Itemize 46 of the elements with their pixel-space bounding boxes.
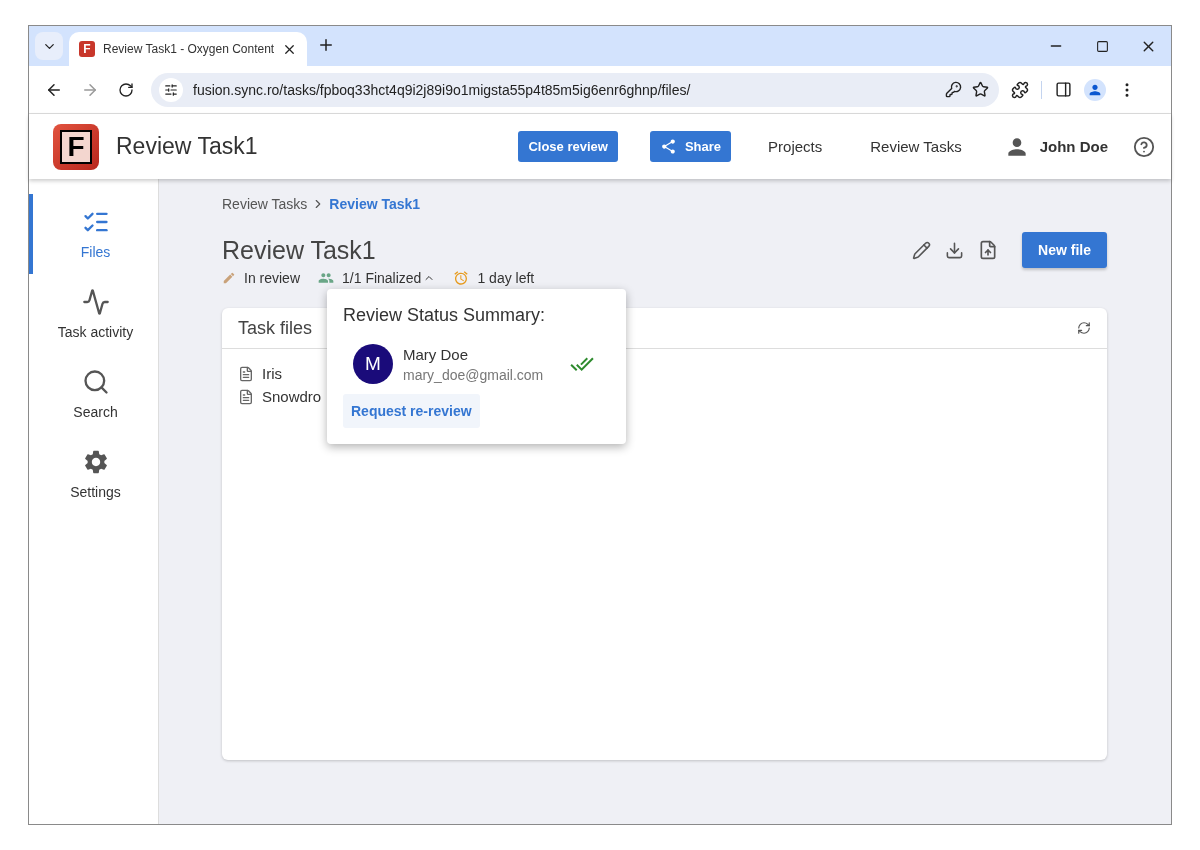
people-icon xyxy=(318,270,335,286)
site-settings-icon[interactable] xyxy=(159,77,183,102)
pencil-icon xyxy=(222,271,236,285)
search-icon xyxy=(81,368,110,396)
file-link[interactable]: Snowdro xyxy=(238,388,322,405)
reviewers-toggle[interactable]: 1/1 Finalized xyxy=(342,270,422,286)
key-icon[interactable] xyxy=(945,81,962,98)
document-icon xyxy=(238,365,254,382)
share-button[interactable]: Share xyxy=(649,131,732,162)
page-title: Review Task1 xyxy=(222,235,376,265)
nav-link[interactable]: Review Tasks xyxy=(870,138,962,155)
profile-icon[interactable] xyxy=(1084,78,1106,101)
new-file-button[interactable]: New file xyxy=(1022,232,1107,268)
download-icon[interactable] xyxy=(945,240,965,260)
app-title: Review Task1 xyxy=(116,133,258,160)
user-name[interactable]: John Doe xyxy=(1039,138,1108,155)
document-icon xyxy=(238,388,254,405)
browser-tab[interactable]: F Review Task1 - Oxygen Content xyxy=(69,32,308,66)
app-logo: F xyxy=(53,123,99,170)
status-text: 1 day left xyxy=(477,270,535,286)
refresh-icon[interactable] xyxy=(1077,321,1091,335)
file-link[interactable]: Iris xyxy=(238,365,282,382)
edit-icon[interactable] xyxy=(912,240,932,260)
reviewer-name: Mary Doe xyxy=(403,345,470,363)
sidebar-item[interactable]: Search xyxy=(29,354,158,434)
request-re-review-button[interactable]: Request re-review xyxy=(343,394,480,428)
breadcrumb-link[interactable]: Review Tasks xyxy=(222,196,308,212)
reviewer-email: mary_doe@gmail.com xyxy=(403,366,545,383)
status-text: In review xyxy=(244,270,301,286)
address-bar[interactable]: fusion.sync.ro/tasks/fpboq33hct4q9i2j89i9o1migsta55p4t85m5ig6enr6ghnp/files/ xyxy=(151,72,999,107)
card-title: Task files xyxy=(238,317,313,339)
sidebar-item[interactable]: Settings xyxy=(29,434,158,514)
activity-icon xyxy=(81,288,110,316)
close-review-button[interactable]: Close review xyxy=(518,131,618,162)
site-favicon: F xyxy=(79,41,95,57)
tab-title: Review Task1 - Oxygen Content xyxy=(103,42,275,56)
share-icon xyxy=(659,138,677,155)
alarm-icon xyxy=(453,270,470,286)
popover-title: Review Status Summary: xyxy=(343,305,547,326)
help-icon[interactable] xyxy=(1133,135,1155,158)
star-icon[interactable] xyxy=(972,81,989,98)
sidebar-item[interactable]: Task activity xyxy=(29,274,158,354)
file-upload-icon[interactable] xyxy=(978,240,999,260)
breadcrumb-link[interactable]: Review Task1 xyxy=(329,196,421,212)
avatar: M xyxy=(353,344,393,384)
nav-link[interactable]: Projects xyxy=(768,138,823,155)
